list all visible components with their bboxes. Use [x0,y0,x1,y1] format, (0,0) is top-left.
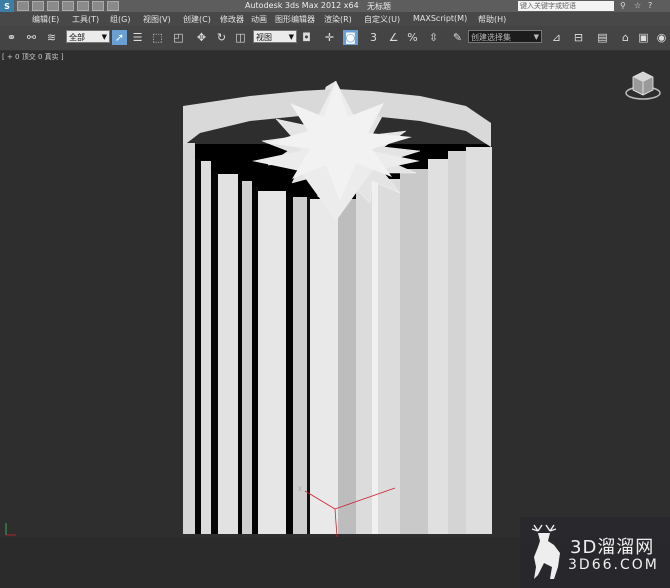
scale-icon[interactable]: ◫ [233,30,248,45]
snaps-toggle-icon[interactable]: 3 [366,30,381,45]
menu-animation[interactable]: 动画 [251,14,267,25]
title-bar: S Autodesk 3ds Max 2012 x64 无标题 键入关键字或短语… [0,0,670,12]
named-selection-set-value: 创建选择集 [471,33,511,42]
watermark: 3D溜溜网 3D66.COM [520,517,670,588]
watermark-line2: 3D66.COM [568,557,659,573]
percent-snap-icon[interactable]: % [405,30,420,45]
selection-filter-dropdown[interactable]: 全部 ▼ [66,30,110,43]
world-axis-icon [5,523,16,536]
angle-snap-icon[interactable]: ∠ [386,30,401,45]
chevron-down-icon: ▼ [288,33,294,41]
move-icon[interactable]: ✥ [194,30,209,45]
star-icon[interactable]: ☆ [634,1,644,11]
chevron-down-icon: ▼ [533,33,539,41]
select-object-icon[interactable]: ➚ [112,30,127,45]
viewport-scene: X [5,71,661,537]
menu-edit[interactable]: 编辑(E) [32,14,59,25]
new-file-icon[interactable] [17,1,29,11]
search-input[interactable]: 键入关键字或短语 [518,1,614,11]
menu-group[interactable]: 组(G) [110,14,130,25]
menu-bar: 编辑(E) 工具(T) 组(G) 视图(V) 创建(C) 修改器 动画 图形编辑… [0,12,670,26]
save-file-icon[interactable] [47,1,59,11]
undo-icon[interactable] [62,1,74,11]
edit-named-selection-icon[interactable]: ✎ [450,30,465,45]
chevron-down-icon: ▼ [101,33,107,41]
menu-views[interactable]: 视图(V) [143,14,171,25]
curve-editor-icon[interactable]: ⌂ [618,30,633,45]
select-manipulate-icon[interactable]: ✛ [322,30,337,45]
fetch-icon[interactable] [107,1,119,11]
deer-logo-icon [531,524,560,579]
layer-manager-icon[interactable]: ▤ [595,30,610,45]
schematic-view-icon[interactable]: ▣ [636,30,651,45]
menu-help[interactable]: 帮助(H) [478,14,506,25]
mirror-icon[interactable]: ⊿ [549,30,564,45]
menu-graph-editors[interactable]: 图形编辑器 [275,14,315,25]
rectangular-region-icon[interactable]: ⬚ [150,30,165,45]
bind-spacewarp-icon[interactable]: ≋ [44,30,59,45]
menu-customize[interactable]: 自定义(U) [364,14,400,25]
pivot-center-icon[interactable]: ◘ [299,30,314,45]
binoculars-icon[interactable]: ⚲ [620,1,630,11]
app-logo-icon[interactable]: S [0,0,14,12]
menu-rendering[interactable]: 渲染(R) [324,14,352,25]
menu-create[interactable]: 创建(C) [183,14,211,25]
help-icon[interactable]: ? [648,1,658,11]
svg-text:X: X [298,486,302,493]
keyboard-shortcut-override-icon[interactable]: ◙ [343,30,358,45]
menu-modifiers[interactable]: 修改器 [220,14,244,25]
menu-maxscript[interactable]: MAXScript(M) [413,14,467,23]
viewcube-icon[interactable] [625,71,661,100]
rotate-icon[interactable]: ↻ [214,30,229,45]
reference-coord-dropdown[interactable]: 视图 ▼ [253,30,297,43]
named-selection-set-dropdown[interactable]: 创建选择集 ▼ [468,30,542,43]
redo-icon[interactable] [77,1,89,11]
select-by-name-icon[interactable]: ☰ [130,30,145,45]
fluted-column-model[interactable] [183,80,492,534]
menu-tools[interactable]: 工具(T) [72,14,99,25]
selection-filter-value: 全部 [69,33,85,42]
reference-coord-value: 视图 [256,33,272,42]
link-icon[interactable]: ⚭ [4,30,19,45]
spinner-snap-icon[interactable]: ⇳ [426,30,441,45]
align-icon[interactable]: ⊟ [571,30,586,45]
material-editor-icon[interactable]: ◉ [654,30,669,45]
hold-icon[interactable] [92,1,104,11]
perspective-viewport[interactable]: [ + 0 顶交 0 真实 ] X 3D溜溜网 3D66.COM [0,51,670,588]
window-crossing-icon[interactable]: ◰ [171,30,186,45]
snaps-value: 3 [370,31,377,44]
main-toolbar: ⚭ ⚯ ≋ 全部 ▼ ➚ ☰ ⬚ ◰ ✥ ↻ ◫ 视图 ▼ ◘ ✛ ◙ 3 ∠ % … [0,26,670,51]
unlink-icon[interactable]: ⚯ [24,30,39,45]
file-title: 无标题 [367,2,391,11]
open-file-icon[interactable] [32,1,44,11]
app-title: Autodesk 3ds Max 2012 x64 [245,1,359,10]
